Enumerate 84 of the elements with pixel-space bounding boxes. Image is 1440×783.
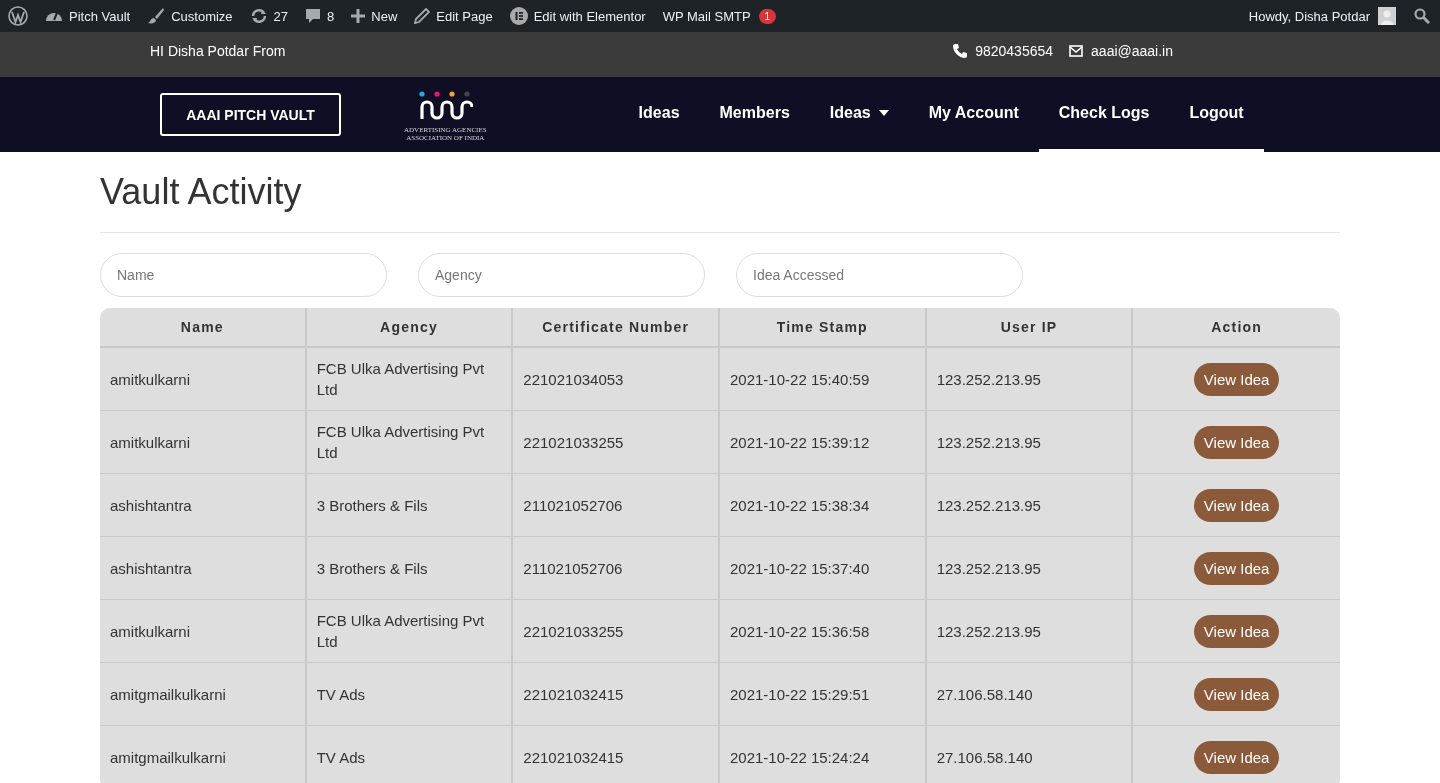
view-idea-button[interactable]: View Idea (1193, 614, 1280, 648)
table-cell: 2021-10-22 15:39:12 (720, 411, 927, 473)
table-cell: FCB Ulka Advertising Pvt Ltd (306, 600, 514, 662)
table-cell: 123.252.213.95 (926, 537, 1134, 599)
view-idea-button[interactable]: View Idea (1193, 362, 1280, 396)
table-cell: 2021-10-22 15:36:58 (720, 600, 927, 662)
table-cell: 2021-10-22 15:24:24 (720, 726, 927, 783)
table-cell: 221021032415 (513, 663, 720, 725)
admin-bar-link[interactable]: Customize (171, 8, 233, 24)
caret-icon (878, 110, 889, 116)
table-cell: ashishtantra (100, 537, 307, 599)
comment-icon (305, 8, 322, 24)
table-cell: 27.106.58.140 (926, 663, 1134, 725)
refresh-icon (249, 8, 268, 24)
column-header: Agency (306, 308, 514, 346)
table-cell: 211021052706 (513, 537, 720, 599)
column-header: Name (100, 308, 307, 346)
table-cell: amitkulkarni (100, 600, 307, 662)
table-cell: 123.252.213.95 (926, 600, 1134, 662)
table-cell: 221021032415 (513, 726, 720, 783)
avatar-icon (1378, 7, 1396, 25)
table-cell: 2021-10-22 15:38:34 (720, 474, 927, 536)
mail-icon (1069, 45, 1084, 57)
nav-link[interactable]: Logout (1169, 77, 1264, 152)
table-cell: 211021052706 (513, 474, 720, 536)
table-cell: TV Ads (306, 726, 514, 783)
filter-field[interactable]: Agency (418, 253, 705, 297)
table-cell: amitkulkarni (100, 411, 307, 473)
admin-bar-link[interactable]: Edit with Elementor (533, 8, 646, 24)
phone-icon (953, 44, 968, 58)
admin-bar-link[interactable]: New (371, 8, 398, 24)
view-idea-button[interactable]: View Idea (1193, 488, 1280, 522)
nav-link[interactable]: My Account (908, 77, 1039, 152)
table-cell: 221021033255 (513, 411, 720, 473)
elementor-icon (509, 7, 528, 25)
pencil-icon (414, 8, 431, 24)
table-cell: 2021-10-22 15:37:40 (720, 537, 927, 599)
column-header: User IP (926, 308, 1134, 346)
table-cell: TV Ads (306, 663, 514, 725)
table-cell: FCB Ulka Advertising Pvt Ltd (306, 411, 514, 473)
table-cell: amitgmailkulkarni (100, 663, 307, 725)
admin-bar-link[interactable]: WP Mail SMTP (662, 8, 751, 24)
plus-icon (351, 9, 366, 23)
brush-icon (147, 7, 166, 25)
view-idea-button[interactable]: View Idea (1193, 740, 1280, 774)
nav-link[interactable]: Ideas (638, 77, 700, 152)
filter-field[interactable]: Idea Accessed (736, 253, 1023, 297)
admin-bar-link[interactable]: 27 (273, 8, 289, 24)
table-cell: 27.106.58.140 (926, 726, 1134, 783)
nav-link[interactable]: Members (699, 77, 810, 152)
table-cell: 123.252.213.95 (926, 474, 1134, 536)
table-cell: 3 Brothers & Fils (306, 537, 514, 599)
filter-field[interactable]: Name (100, 253, 387, 297)
nav-link[interactable]: Check Logs (1038, 77, 1170, 152)
table-cell: 221021034053 (513, 348, 720, 410)
brand-button[interactable]: AAAI PITCH VAULT (160, 93, 341, 136)
welcome-text: HI Disha Potdar From (150, 43, 286, 61)
phone-number: 9820435654 (975, 43, 1054, 59)
account-greeting[interactable]: Howdy, Disha Potdar (1248, 8, 1370, 24)
view-idea-button[interactable]: View Idea (1193, 551, 1280, 585)
table-cell: amitgmailkulkarni (100, 726, 307, 783)
table-cell: 2021-10-22 15:29:51 (720, 663, 927, 725)
table-cell: 2021-10-22 15:40:59 (720, 348, 927, 410)
table-cell: ashishtantra (100, 474, 307, 536)
admin-bar-link[interactable]: 8 (327, 8, 335, 24)
view-idea-button[interactable]: View Idea (1193, 677, 1280, 711)
search-icon[interactable] (1414, 8, 1430, 24)
table-cell: 221021033255 (513, 600, 720, 662)
wordpress-logo-icon[interactable] (8, 6, 28, 26)
table-cell: 3 Brothers & Fils (306, 474, 514, 536)
nav-link[interactable]: Ideas (809, 77, 909, 152)
view-idea-button[interactable]: View Idea (1193, 425, 1280, 459)
email-address: aaai@aaai.in (1091, 43, 1173, 59)
table-cell: FCB Ulka Advertising Pvt Ltd (306, 348, 514, 410)
admin-bar-link[interactable]: Pitch Vault (69, 8, 131, 24)
column-header: Time Stamp (720, 308, 927, 346)
page-title: Vault Activity (100, 170, 303, 214)
table-cell: 123.252.213.95 (926, 411, 1134, 473)
admin-bar-link[interactable]: Edit Page (436, 8, 493, 24)
table-cell: amitkulkarni (100, 348, 307, 410)
table-cell: 123.252.213.95 (926, 348, 1134, 410)
count-badge: 1 (758, 8, 777, 24)
column-header: Action (1210, 318, 1264, 337)
column-header: Certificate Number (513, 308, 720, 346)
